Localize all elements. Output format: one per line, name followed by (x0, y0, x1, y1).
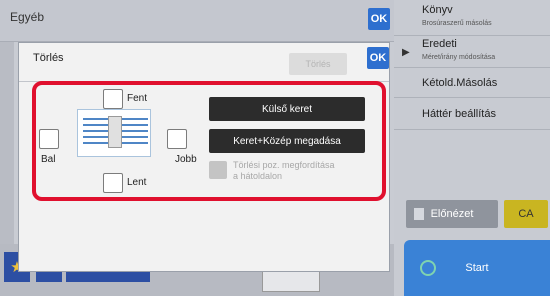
screen: Egyéb OK Könyv Brosúraszerű másolás ▶ Er… (0, 0, 550, 296)
checkbox-bottom[interactable] (103, 173, 123, 193)
checkbox-left[interactable] (39, 129, 59, 149)
right-panel-item-label: Háttér beállítás (422, 108, 496, 120)
diagram-left-page (83, 118, 109, 148)
erase-dialog: Törlés Törlés OK Fent Bal Jobb Lent Küls… (18, 42, 390, 272)
right-panel-item-label: Kétold.Másolás (422, 77, 498, 89)
start-label: Start (465, 262, 489, 274)
checkbox-left-label: Bal (41, 154, 56, 165)
frame-center-button[interactable]: Keret+Közép megadása (209, 129, 365, 153)
start-icon (420, 260, 436, 276)
diagram-right-page (122, 118, 148, 148)
background-header: Egyéb (0, 0, 394, 42)
dialog-ok-button[interactable]: OK (367, 47, 389, 69)
erase-area-diagram (77, 109, 151, 157)
preview-icon (414, 208, 424, 220)
background-left-strip (0, 42, 14, 252)
preview-button[interactable]: Előnézet (406, 200, 498, 228)
reverse-position-label: Törlési poz. megfordítása a hátoldalon (233, 160, 335, 182)
diagram-center-gutter (108, 116, 122, 148)
right-panel-item-label: Könyv (422, 4, 453, 16)
reverse-position-line1: Törlési poz. megfordítása (233, 160, 335, 170)
right-panel-item-label: Eredeti (422, 38, 457, 50)
right-panel-item-duplex[interactable]: Kétold.Másolás (394, 68, 550, 98)
right-panel-item-sublabel: Méret/irány módosítása (422, 54, 496, 61)
reverse-position-line2: a hátoldalon (233, 171, 283, 181)
erase-button-disabled: Törlés (289, 53, 347, 75)
checkbox-bottom-label: Lent (127, 177, 147, 188)
ca-button[interactable]: CA (504, 200, 548, 228)
preview-label: Előnézet (430, 208, 474, 220)
right-panel-item-sublabel: Brosúraszerű másolás (422, 20, 492, 27)
start-button[interactable]: Start (404, 240, 550, 296)
reverse-position-checkbox (209, 161, 227, 179)
checkbox-top-label: Fent (127, 93, 148, 104)
checkbox-right-label: Jobb (175, 154, 197, 165)
background-ok-button[interactable]: OK (368, 8, 390, 30)
right-panel-item-book[interactable]: Könyv Brosúraszerű másolás (394, 0, 550, 36)
dialog-title: Törlés (33, 52, 64, 64)
checkbox-right[interactable] (167, 129, 187, 149)
right-panel-item-background[interactable]: Háttér beállítás (394, 98, 550, 130)
right-panel-item-original[interactable]: ▶ Eredeti Méret/irány módosítása (394, 36, 550, 68)
checkbox-top[interactable] (103, 89, 123, 109)
outer-frame-button[interactable]: Külső keret (209, 97, 365, 121)
background-title: Egyéb (10, 10, 45, 24)
expand-arrow-icon: ▶ (402, 47, 410, 58)
